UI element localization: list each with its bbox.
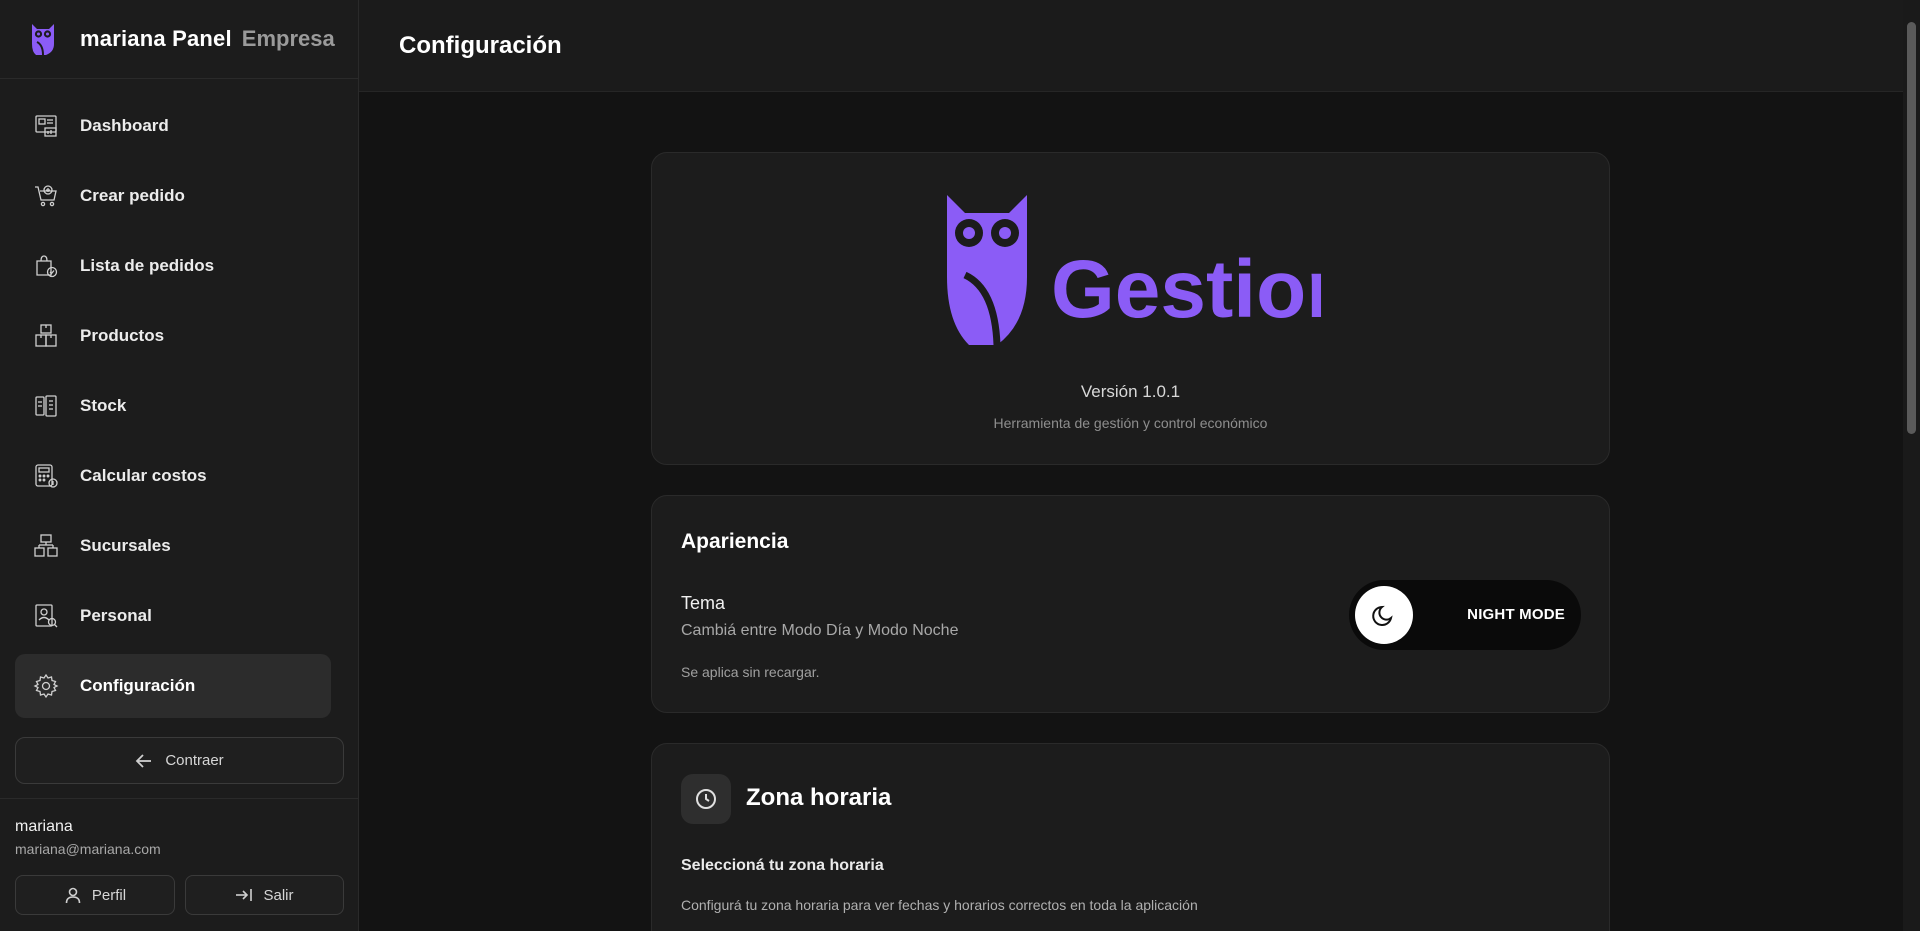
main-content: Configuración Gestior Versión 1.0.1 Herr…	[359, 0, 1920, 931]
profile-label: Perfil	[91, 886, 127, 904]
scrollbar-thumb[interactable]	[1907, 22, 1916, 434]
timezone-label: Seleccioná tu zona horaria	[681, 857, 884, 874]
app-tagline: Herramienta de gestión y control económi…	[993, 415, 1268, 431]
app-root: mariana Panel Empresa Dashboard Crear pe…	[0, 0, 1920, 931]
theme-toggle[interactable]: NIGHT MODE	[1349, 580, 1581, 650]
app-logo: Gestior	[652, 191, 1609, 351]
appearance-card: Apariencia Tema Cambiá entre Modo Día y …	[651, 495, 1610, 713]
sidebar-item-label: Lista de pedidos	[80, 256, 215, 275]
toggle-knob	[1355, 586, 1413, 644]
bag-check-icon	[32, 252, 60, 280]
sidebar-item-crear-pedido[interactable]: Crear pedido	[15, 164, 331, 228]
sidebar: mariana Panel Empresa Dashboard Crear pe…	[0, 0, 359, 931]
sidebar-item-label: Crear pedido	[80, 186, 185, 205]
sidebar-item-label: Calcular costos	[80, 466, 207, 485]
cart-add-icon	[32, 182, 60, 210]
sidebar-item-calcular-costos[interactable]: Calcular costos	[15, 444, 331, 508]
sidebar-item-personal[interactable]: Personal	[15, 584, 331, 648]
brand-subtitle: Empresa	[241, 26, 335, 51]
sidebar-item-sucursales[interactable]: Sucursales	[15, 514, 331, 578]
sidebar-item-label: Dashboard	[80, 116, 169, 135]
app-name: Gestior	[1051, 244, 1321, 335]
timezone-title: Zona horaria	[746, 784, 892, 811]
sidebar-item-label: Productos	[80, 326, 165, 345]
sidebar-item-label: Personal	[80, 606, 152, 625]
divider	[0, 798, 359, 799]
scrollbar[interactable]	[1903, 0, 1920, 931]
logout-button[interactable]: Salir	[185, 875, 344, 915]
logout-label: Salir	[263, 886, 294, 904]
brand-title: mariana Panel	[80, 26, 232, 51]
brand[interactable]: mariana Panel Empresa	[0, 0, 358, 79]
app-version: Versión 1.0.1	[1080, 382, 1181, 401]
user-icon	[65, 887, 81, 904]
sidebar-nav: Dashboard Crear pedido Lista de pedidos …	[0, 79, 358, 718]
owl-logo-icon	[32, 24, 54, 56]
clock-icon	[681, 774, 731, 824]
sidebar-item-lista-pedidos[interactable]: Lista de pedidos	[15, 234, 331, 298]
branches-icon	[32, 532, 60, 560]
page-header: Configuración	[359, 0, 1920, 92]
user-email: mariana@mariana.com	[15, 841, 161, 857]
id-badge-icon	[32, 602, 60, 630]
sidebar-item-dashboard[interactable]: Dashboard	[15, 94, 331, 158]
boxes-icon	[32, 322, 60, 350]
appearance-title: Apariencia	[681, 530, 789, 553]
toggle-label: NIGHT MODE	[1467, 606, 1565, 623]
sidebar-item-productos[interactable]: Productos	[15, 304, 331, 368]
profile-button[interactable]: Perfil	[15, 875, 175, 915]
stock-icon	[32, 392, 60, 420]
sidebar-item-label: Sucursales	[80, 536, 171, 555]
sidebar-item-label: Stock	[80, 396, 127, 415]
logout-icon	[236, 889, 253, 901]
theme-description: Cambiá entre Modo Día y Modo Noche	[681, 622, 959, 639]
about-card: Gestior Versión 1.0.1 Herramienta de ges…	[651, 152, 1610, 465]
calculator-icon	[32, 462, 60, 490]
sidebar-item-stock[interactable]: Stock	[15, 374, 331, 438]
user-name: mariana	[15, 818, 73, 835]
arrow-left-icon	[136, 753, 152, 768]
collapse-label: Contraer	[165, 752, 224, 769]
collapse-sidebar-button[interactable]: Contraer	[15, 737, 344, 784]
theme-note: Se aplica sin recargar.	[681, 664, 820, 680]
theme-label: Tema	[681, 593, 726, 613]
sidebar-item-label: Configuración	[80, 676, 196, 695]
gestior-logo-icon: Gestior	[946, 195, 1321, 346]
sidebar-item-configuracion[interactable]: Configuración	[15, 654, 331, 718]
moon-icon	[1372, 605, 1393, 626]
gear-icon	[32, 672, 60, 700]
timezone-card: Zona horaria Seleccioná tu zona horaria …	[651, 743, 1610, 931]
dashboard-icon	[32, 112, 60, 140]
page-title: Configuración	[399, 31, 562, 59]
timezone-description: Configurá tu zona horaria para ver fecha…	[681, 897, 1198, 913]
